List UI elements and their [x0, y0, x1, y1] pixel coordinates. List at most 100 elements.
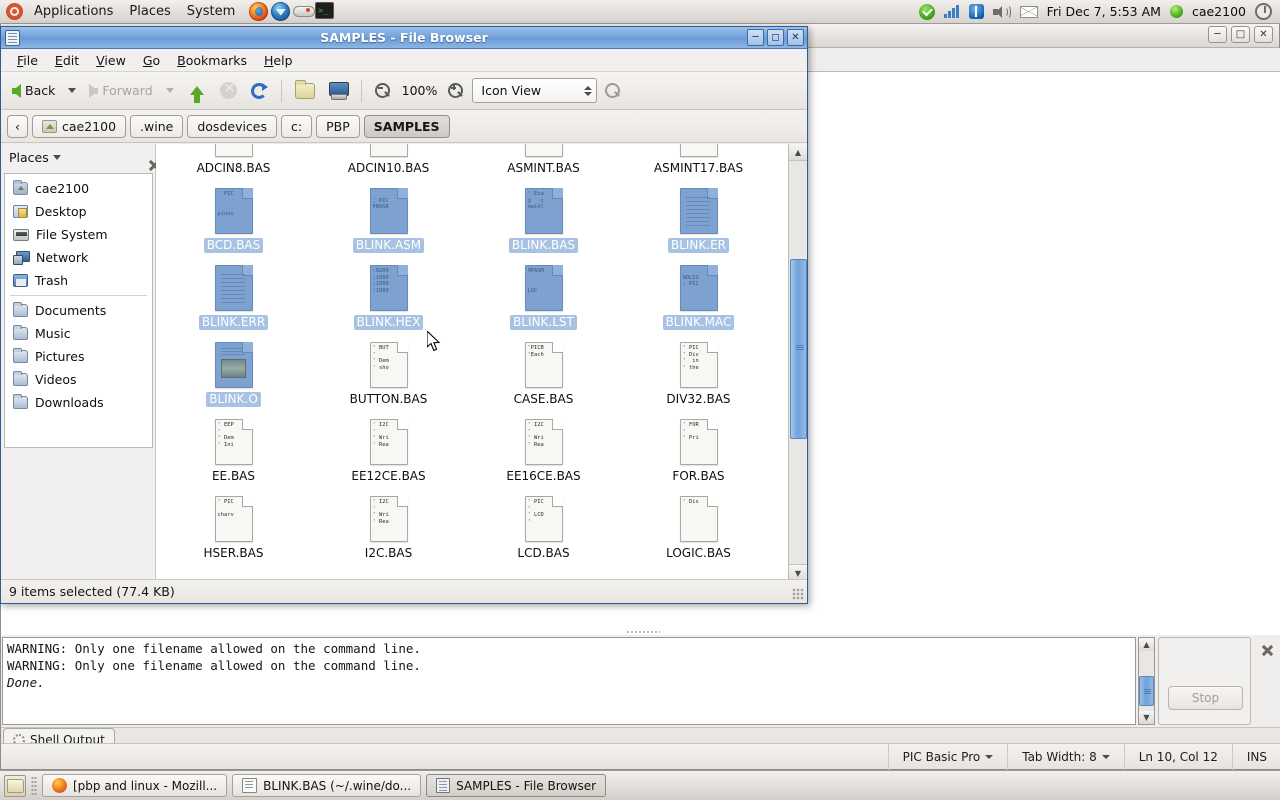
file-item[interactable]: ' PIC ' Div ' in ' the DIV32.BAS — [621, 339, 776, 416]
panel-clock[interactable]: Fri Dec 7, 5:53 AM — [1047, 4, 1161, 19]
shell-pane-resize-grip[interactable] — [1, 629, 1280, 635]
shell-output-text[interactable]: WARNING: Only one filename allowed on th… — [2, 637, 1136, 725]
file-item[interactable]: 'PICB 'Each CASE.BAS — [466, 339, 621, 416]
zoom-in-button[interactable] — [443, 80, 469, 102]
zoom-out-button[interactable] — [370, 80, 396, 102]
signal-strength-icon[interactable] — [943, 5, 960, 18]
file-item[interactable]: ' EEP ' ' Dem ' Ini EE.BAS — [156, 416, 311, 493]
home-button[interactable] — [290, 79, 320, 102]
file-item[interactable]: BLINK.ER — [621, 185, 776, 262]
back-history-dropdown[interactable] — [63, 85, 81, 96]
minimize-button[interactable]: ─ — [747, 29, 764, 46]
menu-system[interactable]: System — [179, 3, 243, 20]
shell-close-button[interactable] — [1260, 643, 1276, 659]
sidebar-item-downloads[interactable]: Downloads — [5, 391, 152, 414]
file-item[interactable]: MPASM LOC BLINK.LST — [466, 262, 621, 339]
status-language[interactable]: PIC Basic Pro — [887, 743, 1008, 770]
breadcrumb-c[interactable]: c: — [281, 114, 313, 138]
editor-minimize-button[interactable]: ─ — [1208, 26, 1227, 43]
editor-close-button[interactable]: ✕ — [1254, 26, 1273, 43]
show-desktop-button[interactable] — [4, 774, 26, 797]
computer-button[interactable] — [323, 79, 353, 102]
firefox-icon[interactable] — [249, 1, 269, 22]
file-item[interactable]: ' Exa @ _c mainl BLINK.BAS — [466, 185, 621, 262]
sidebar-item-documents[interactable]: Documents — [5, 299, 152, 322]
bluetooth-icon[interactable] — [968, 4, 984, 19]
file-item[interactable]: ASMINT.BAS — [466, 144, 621, 185]
file-item[interactable]: ' FOR ' ' Pri FOR.BAS — [621, 416, 776, 493]
file-item[interactable]: ' I2C ' ' Wri ' Rea I2C.BAS — [311, 493, 466, 570]
menu-places[interactable]: Places — [121, 3, 178, 20]
menu-bookmarks[interactable]: Bookmarks — [169, 51, 255, 70]
file-item[interactable]: NOLIS ; PIC BLINK.MAC — [621, 262, 776, 339]
view-mode-select[interactable]: Icon View — [472, 78, 598, 103]
close-button[interactable]: ✕ — [787, 29, 804, 46]
breadcrumb-scroll-left[interactable]: ‹ — [7, 114, 28, 138]
file-item[interactable]: ' BUT ' ' Dem ' sho BUTTON.BAS — [311, 339, 466, 416]
menu-go[interactable]: Go — [135, 51, 168, 70]
sidebar-item-file-system[interactable]: File System — [5, 223, 152, 246]
file-icon-view[interactable]: ADCIN8.BAS ADCIN10.BAS ASMINT.BAS ASMINT17.… — [156, 144, 807, 581]
panel-username[interactable]: cae2100 — [1192, 4, 1246, 19]
up-button[interactable] — [182, 83, 212, 103]
breadcrumb-cae2100[interactable]: cae2100 — [32, 114, 127, 138]
search-button[interactable] — [600, 80, 626, 102]
file-item[interactable]: BLINK.ERR — [156, 262, 311, 339]
sidebar-item-pictures[interactable]: Pictures — [5, 345, 152, 368]
task-file-browser[interactable]: SAMPLES - File Browser — [426, 774, 607, 797]
editor-maximize-button[interactable]: □ — [1231, 26, 1250, 43]
file-item[interactable]: ADCIN10.BAS — [311, 144, 466, 185]
taskbar-grip[interactable] — [31, 775, 37, 796]
breadcrumb-samples[interactable]: SAMPLES — [363, 114, 450, 138]
file-item[interactable]: ' PIC charv HSER.BAS — [156, 493, 311, 570]
file-item[interactable]: ' PIC ' ' LCD ' LCD.BAS — [466, 493, 621, 570]
shell-scrollbar[interactable]: ▲ ▼ — [1138, 637, 1155, 725]
volume-icon[interactable] — [992, 4, 1011, 19]
sidebar-item-cae2100[interactable]: cae2100 — [5, 177, 152, 200]
task-firefox[interactable]: [pbp and linux - Mozill... — [42, 774, 228, 797]
shell-scroll-up-icon[interactable]: ▲ — [1139, 638, 1154, 651]
menu-edit[interactable]: Edit — [47, 51, 87, 70]
menu-file[interactable]: File — [9, 51, 46, 70]
updates-ok-icon[interactable] — [918, 3, 935, 20]
status-tab-width[interactable]: Tab Width: 8 — [1007, 743, 1123, 770]
file-browser-titlebar[interactable]: SAMPLES - File Browser ─ ◻ ✕ — [1, 27, 807, 49]
terminal-icon[interactable] — [315, 1, 335, 22]
sidebar-item-trash[interactable]: Trash — [5, 269, 152, 292]
file-item[interactable]: ' I2C ' ' Wri ' Rea EE12CE.BAS — [311, 416, 466, 493]
maximize-button[interactable]: ◻ — [767, 29, 784, 46]
gamepad-icon[interactable] — [293, 2, 316, 22]
thunderbird-icon[interactable] — [271, 1, 291, 22]
breadcrumb-pbp[interactable]: PBP — [316, 114, 360, 138]
menu-help[interactable]: Help — [256, 51, 301, 70]
file-item[interactable]: :0200 :1000 :1000 :1000 BLINK.HEX — [311, 262, 466, 339]
stop-button[interactable]: Stop — [1168, 686, 1243, 710]
resize-grip[interactable] — [792, 588, 804, 600]
power-icon[interactable] — [1255, 3, 1272, 20]
back-button[interactable]: Back — [7, 80, 60, 101]
task-editor[interactable]: BLINK.BAS (~/.wine/do... — [232, 774, 422, 797]
file-item[interactable]: ' Dis LOGIC.BAS — [621, 493, 776, 570]
file-item[interactable]: ; PIC PROGR BLINK.ASM — [311, 185, 466, 262]
breadcrumb-wine[interactable]: .wine — [130, 114, 184, 138]
ubuntu-logo-icon[interactable] — [6, 3, 23, 20]
sidebar-item-music[interactable]: Music — [5, 322, 152, 345]
shell-scroll-thumb[interactable] — [1139, 676, 1154, 706]
chevron-down-icon[interactable] — [52, 155, 61, 160]
menu-view[interactable]: View — [88, 51, 134, 70]
menu-applications[interactable]: Applications — [26, 3, 121, 20]
mail-icon[interactable] — [1019, 5, 1038, 18]
scroll-thumb[interactable] — [790, 259, 807, 439]
scroll-up-icon[interactable]: ▲ — [789, 144, 807, 161]
file-view-scrollbar[interactable]: ▲ ▼ — [788, 144, 807, 581]
breadcrumb-dosdevices[interactable]: dosdevices — [187, 114, 278, 138]
places-header[interactable]: Places — [1, 144, 155, 171]
file-item[interactable]: ' PIC pinou BCD.BAS — [156, 185, 311, 262]
sidebar-item-network[interactable]: Network — [5, 246, 152, 269]
file-item[interactable]: ADCIN8.BAS — [156, 144, 311, 185]
reload-button[interactable] — [245, 79, 273, 103]
file-item[interactable]: ' I2C ' ' Wri ' Rea EE16CE.BAS — [466, 416, 621, 493]
file-item[interactable]: BLINK.O — [156, 339, 311, 416]
shell-scroll-down-icon[interactable]: ▼ — [1139, 711, 1154, 724]
sidebar-item-desktop[interactable]: Desktop — [5, 200, 152, 223]
